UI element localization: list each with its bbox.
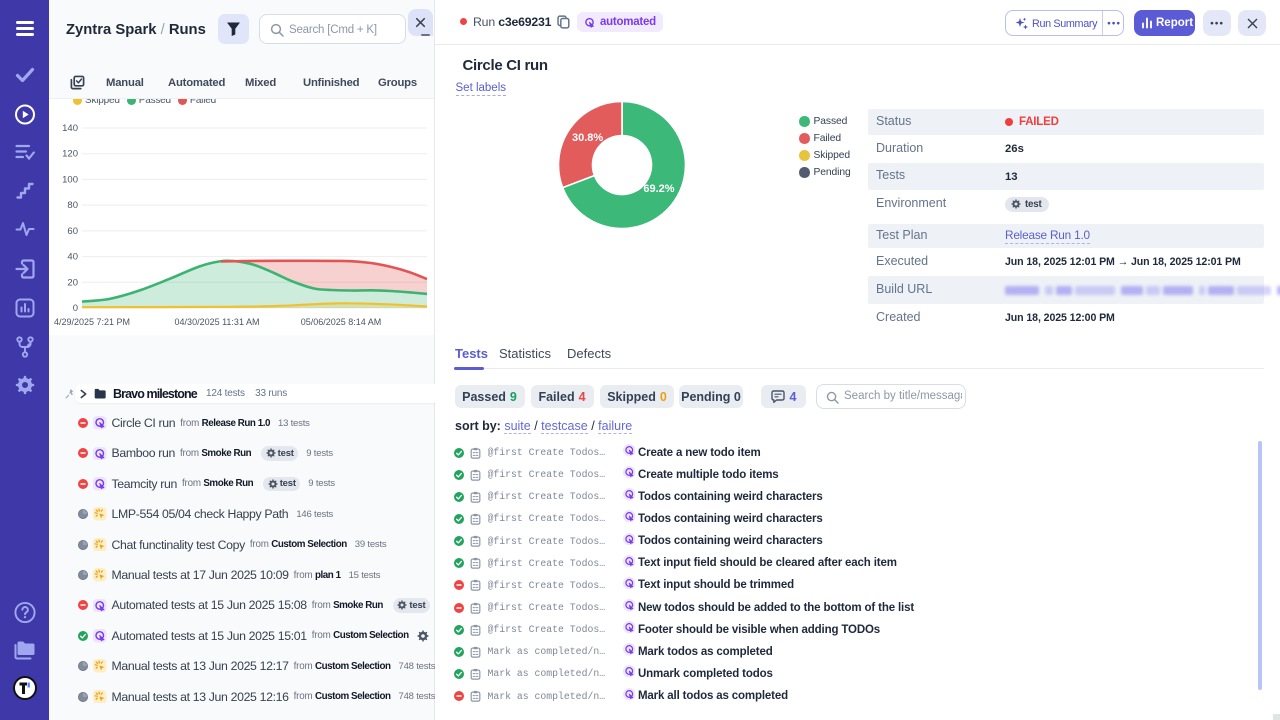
svg-text:100: 100 xyxy=(62,174,78,185)
svg-text:140: 140 xyxy=(62,123,78,134)
svg-text:40: 40 xyxy=(67,252,78,263)
svg-text:60: 60 xyxy=(67,226,78,237)
svg-text:0: 0 xyxy=(73,303,78,314)
svg-text:69.2%: 69.2% xyxy=(643,183,674,195)
svg-text:120: 120 xyxy=(62,149,78,160)
svg-text:04/30/2025 11:31 AM: 04/30/2025 11:31 AM xyxy=(175,317,260,327)
svg-text:05/06/2025 8:14 AM: 05/06/2025 8:14 AM xyxy=(301,317,382,327)
svg-text:80: 80 xyxy=(67,200,78,211)
svg-text:4/29/2025 7:21 PM: 4/29/2025 7:21 PM xyxy=(54,317,130,327)
svg-text:20: 20 xyxy=(67,277,78,288)
svg-text:30.8%: 30.8% xyxy=(572,132,603,144)
